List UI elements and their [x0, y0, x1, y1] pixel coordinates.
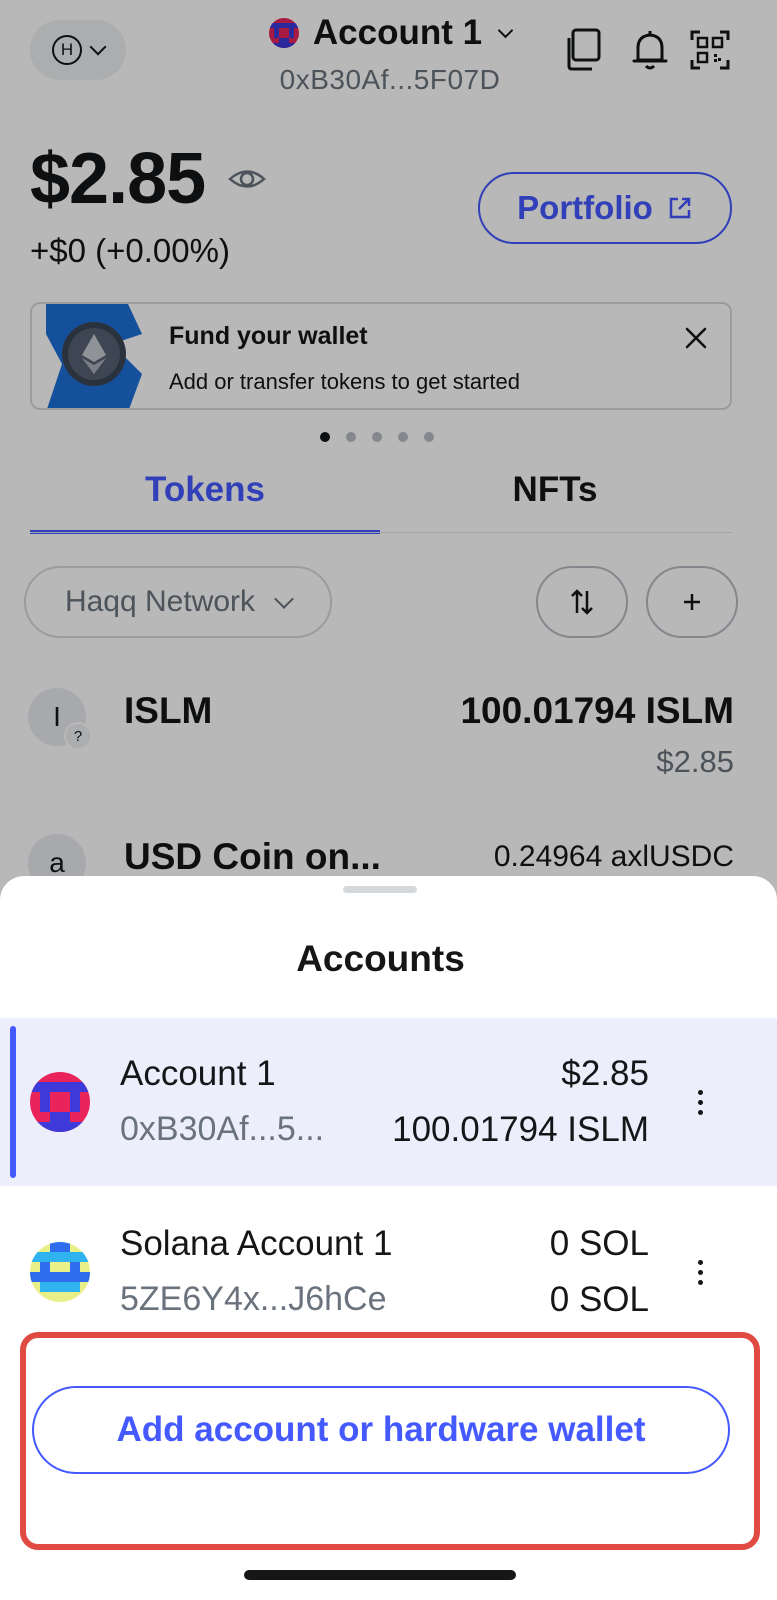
- home-indicator[interactable]: [244, 1570, 516, 1580]
- selected-indicator: [10, 1026, 16, 1178]
- add-account-button[interactable]: Add account or hardware wallet: [32, 1386, 730, 1474]
- more-options-icon[interactable]: [690, 1082, 710, 1122]
- account-address: 0xB30Af...5...: [120, 1110, 325, 1148]
- account-fiat-balance: $2.85: [561, 1054, 649, 1093]
- account-address: 5ZE6Y4x...J6hCe: [120, 1280, 387, 1318]
- account-row-solana-1[interactable]: Solana Account 1 5ZE6Y4x...J6hCe 0 SOL 0…: [0, 1188, 777, 1356]
- account-avatar: [30, 1242, 90, 1302]
- sheet-title: Accounts: [296, 938, 465, 979]
- account-token-balance: 0 SOL: [549, 1280, 649, 1319]
- wallet-home-screen: H Account 1 0xB30Af...5F07D $2.85 +$0 (+…: [0, 0, 777, 1600]
- account-avatar: [30, 1072, 90, 1132]
- accounts-sheet: Accounts Account 1 0xB30Af...5... $2.85 …: [0, 876, 777, 1600]
- more-options-icon[interactable]: [690, 1252, 710, 1292]
- account-row-account-1[interactable]: Account 1 0xB30Af...5... $2.85 100.01794…: [0, 1018, 777, 1186]
- account-name: Solana Account 1: [120, 1224, 393, 1263]
- account-name: Account 1: [120, 1054, 276, 1093]
- sheet-grabber[interactable]: [343, 886, 417, 893]
- account-token-balance: 100.01794 ISLM: [392, 1110, 649, 1149]
- account-balance: 0 SOL: [549, 1224, 649, 1263]
